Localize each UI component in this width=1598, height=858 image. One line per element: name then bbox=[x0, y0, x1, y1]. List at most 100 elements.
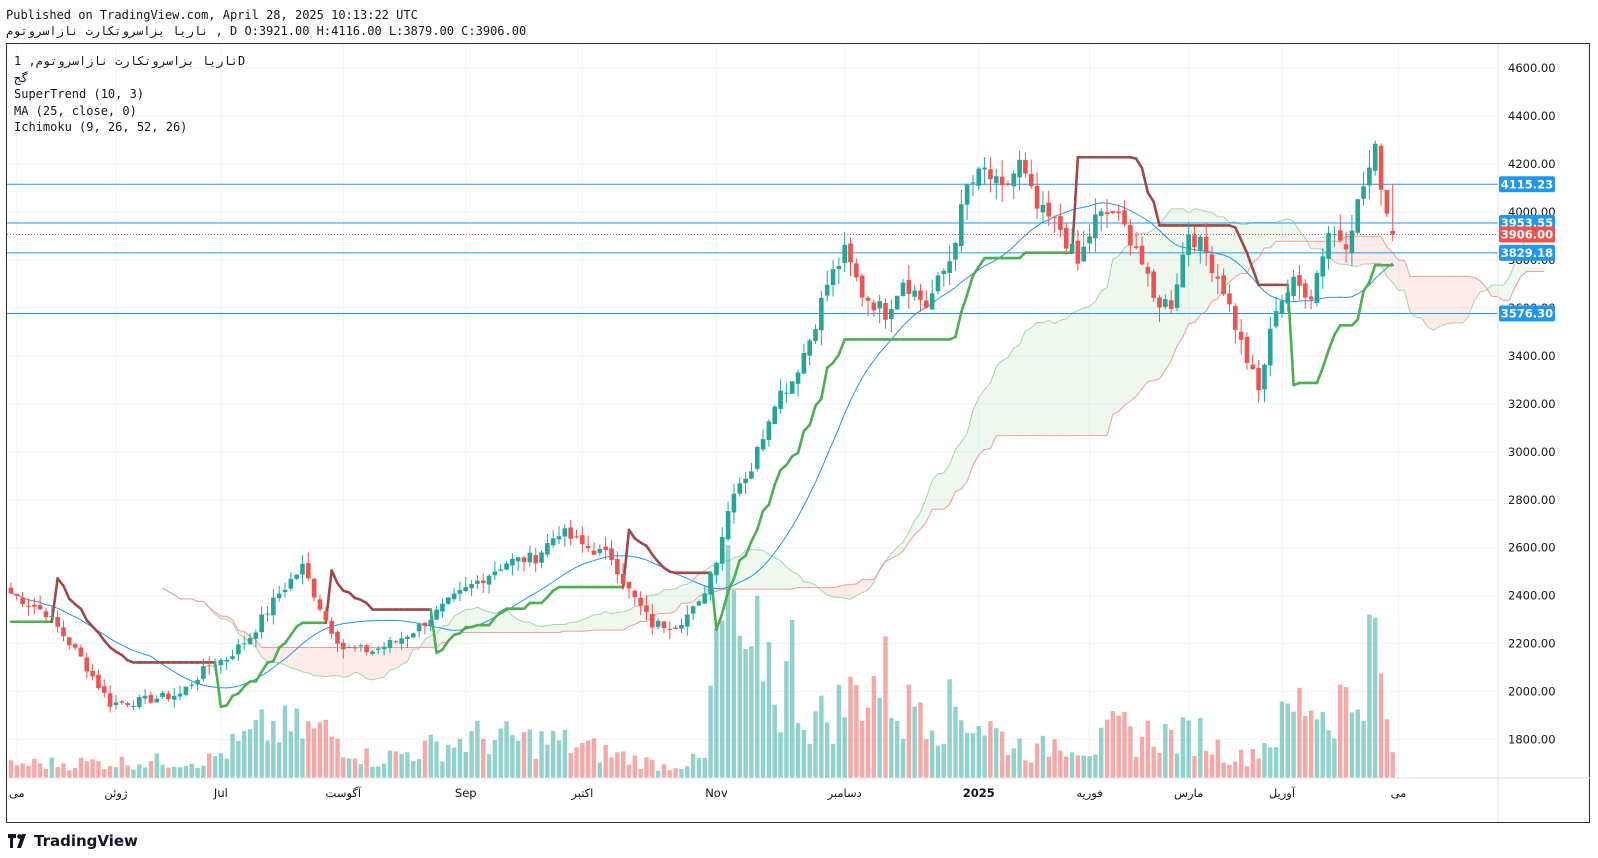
volume-bar bbox=[265, 740, 270, 778]
cloud-segment bbox=[1101, 287, 1108, 436]
price-label-text: 3906.00 bbox=[1501, 227, 1553, 241]
volume-bar bbox=[1052, 739, 1057, 778]
volume-bar bbox=[172, 766, 177, 778]
tradingview-logo[interactable]: TradingView bbox=[8, 832, 138, 850]
supertrend-segment bbox=[336, 581, 345, 593]
candle-body bbox=[953, 242, 958, 260]
candle-body bbox=[958, 204, 964, 247]
candle-body bbox=[1116, 211, 1121, 214]
legend: ناریا بزاسروتکارت نازاسروتوم, 1D گج Supe… bbox=[14, 53, 245, 136]
volume-bar bbox=[236, 740, 241, 778]
legend-supertrend[interactable]: SuperTrend (10, 3) bbox=[14, 86, 245, 103]
supertrend-segment bbox=[260, 661, 269, 674]
volume-bar bbox=[1122, 711, 1127, 778]
volume-bar bbox=[889, 717, 894, 778]
candle-body bbox=[247, 638, 253, 645]
candle-body bbox=[900, 282, 906, 297]
volume-bar bbox=[836, 684, 842, 778]
volume-bar bbox=[574, 747, 579, 778]
candle-body bbox=[1180, 254, 1186, 288]
volume-bar bbox=[1297, 687, 1302, 778]
cloud-segment bbox=[1433, 276, 1440, 331]
candle-body bbox=[1250, 364, 1256, 370]
candle-body bbox=[585, 545, 591, 549]
cloud-segment bbox=[1445, 276, 1452, 325]
cloud-segment bbox=[920, 497, 927, 530]
volume-bar bbox=[1058, 750, 1063, 778]
candle-body bbox=[78, 647, 84, 657]
legend-ma[interactable]: MA (25, close, 0) bbox=[14, 103, 245, 120]
volume-bar bbox=[1215, 739, 1221, 778]
candle-body bbox=[166, 693, 171, 700]
candle-body bbox=[1023, 159, 1028, 174]
volume-bar bbox=[1174, 753, 1180, 778]
volume-bar bbox=[1133, 756, 1139, 778]
volume-bar bbox=[935, 745, 941, 778]
candle-body bbox=[282, 589, 288, 593]
candle-body bbox=[702, 593, 708, 604]
candle-body bbox=[428, 619, 434, 626]
volume-bar bbox=[492, 740, 498, 778]
volume-bar bbox=[434, 741, 439, 778]
volume-bar bbox=[673, 768, 678, 778]
y-tick-label: 4400.00 bbox=[1508, 109, 1556, 123]
volume-bar bbox=[743, 648, 748, 778]
volume-bar bbox=[341, 757, 346, 778]
volume-bar bbox=[1128, 726, 1133, 778]
supertrend-segment bbox=[820, 366, 829, 400]
supertrend-segment bbox=[1327, 333, 1336, 352]
span-a bbox=[681, 583, 688, 586]
volume-bar bbox=[212, 756, 218, 778]
cloud-segment bbox=[1363, 236, 1370, 264]
candle-body bbox=[259, 614, 264, 633]
candle-body bbox=[883, 302, 888, 320]
supertrend-segment bbox=[645, 544, 654, 556]
supertrend-segment bbox=[79, 607, 89, 622]
volume-bar bbox=[510, 735, 515, 778]
candle-body bbox=[865, 297, 871, 301]
candle-body bbox=[696, 601, 702, 606]
volume-bar bbox=[859, 720, 865, 778]
volume-bar bbox=[918, 702, 923, 778]
candle-body bbox=[451, 593, 457, 600]
volume-bar bbox=[1303, 716, 1308, 778]
volume-bar bbox=[335, 738, 340, 778]
cloud-segment bbox=[961, 433, 968, 489]
cloud-segment bbox=[570, 622, 577, 632]
volume-bar bbox=[1023, 760, 1028, 778]
supertrend-segment bbox=[755, 509, 765, 531]
candle-body bbox=[492, 571, 498, 576]
x-tick-label: آوریل bbox=[1269, 786, 1296, 801]
candle-body bbox=[1034, 185, 1040, 209]
candle-body bbox=[941, 270, 947, 275]
candle-body bbox=[725, 511, 731, 540]
candle-body bbox=[504, 563, 509, 570]
volume-bar bbox=[253, 720, 259, 778]
supertrend-segment bbox=[56, 577, 65, 588]
cloud-segment bbox=[1077, 307, 1084, 436]
volume-bar bbox=[1273, 747, 1279, 778]
volume-bar bbox=[358, 764, 363, 778]
candle-body bbox=[399, 638, 404, 644]
cloud-segment bbox=[1311, 241, 1317, 249]
volume-bar bbox=[1332, 738, 1337, 778]
legend-sub: گج bbox=[14, 70, 29, 85]
span-b bbox=[162, 587, 169, 592]
span-b bbox=[168, 591, 175, 596]
candle-body bbox=[877, 301, 882, 309]
volume-bar bbox=[469, 731, 474, 778]
volume-bar bbox=[1390, 752, 1395, 778]
span-b bbox=[588, 629, 595, 632]
volume-bar bbox=[405, 752, 410, 778]
candle-body bbox=[1267, 328, 1273, 366]
candle-body bbox=[72, 644, 78, 648]
y-tick-label: 3000.00 bbox=[1508, 445, 1556, 459]
legend-ichimoku[interactable]: Ichimoku (9, 26, 52, 26) bbox=[14, 119, 245, 136]
candle-body bbox=[1227, 293, 1232, 305]
span-a bbox=[325, 675, 332, 677]
candle-body bbox=[1151, 271, 1156, 298]
candle-body bbox=[510, 558, 515, 566]
volume-bar bbox=[1268, 747, 1273, 778]
candle-body bbox=[1017, 159, 1022, 178]
candle-body bbox=[346, 647, 352, 649]
